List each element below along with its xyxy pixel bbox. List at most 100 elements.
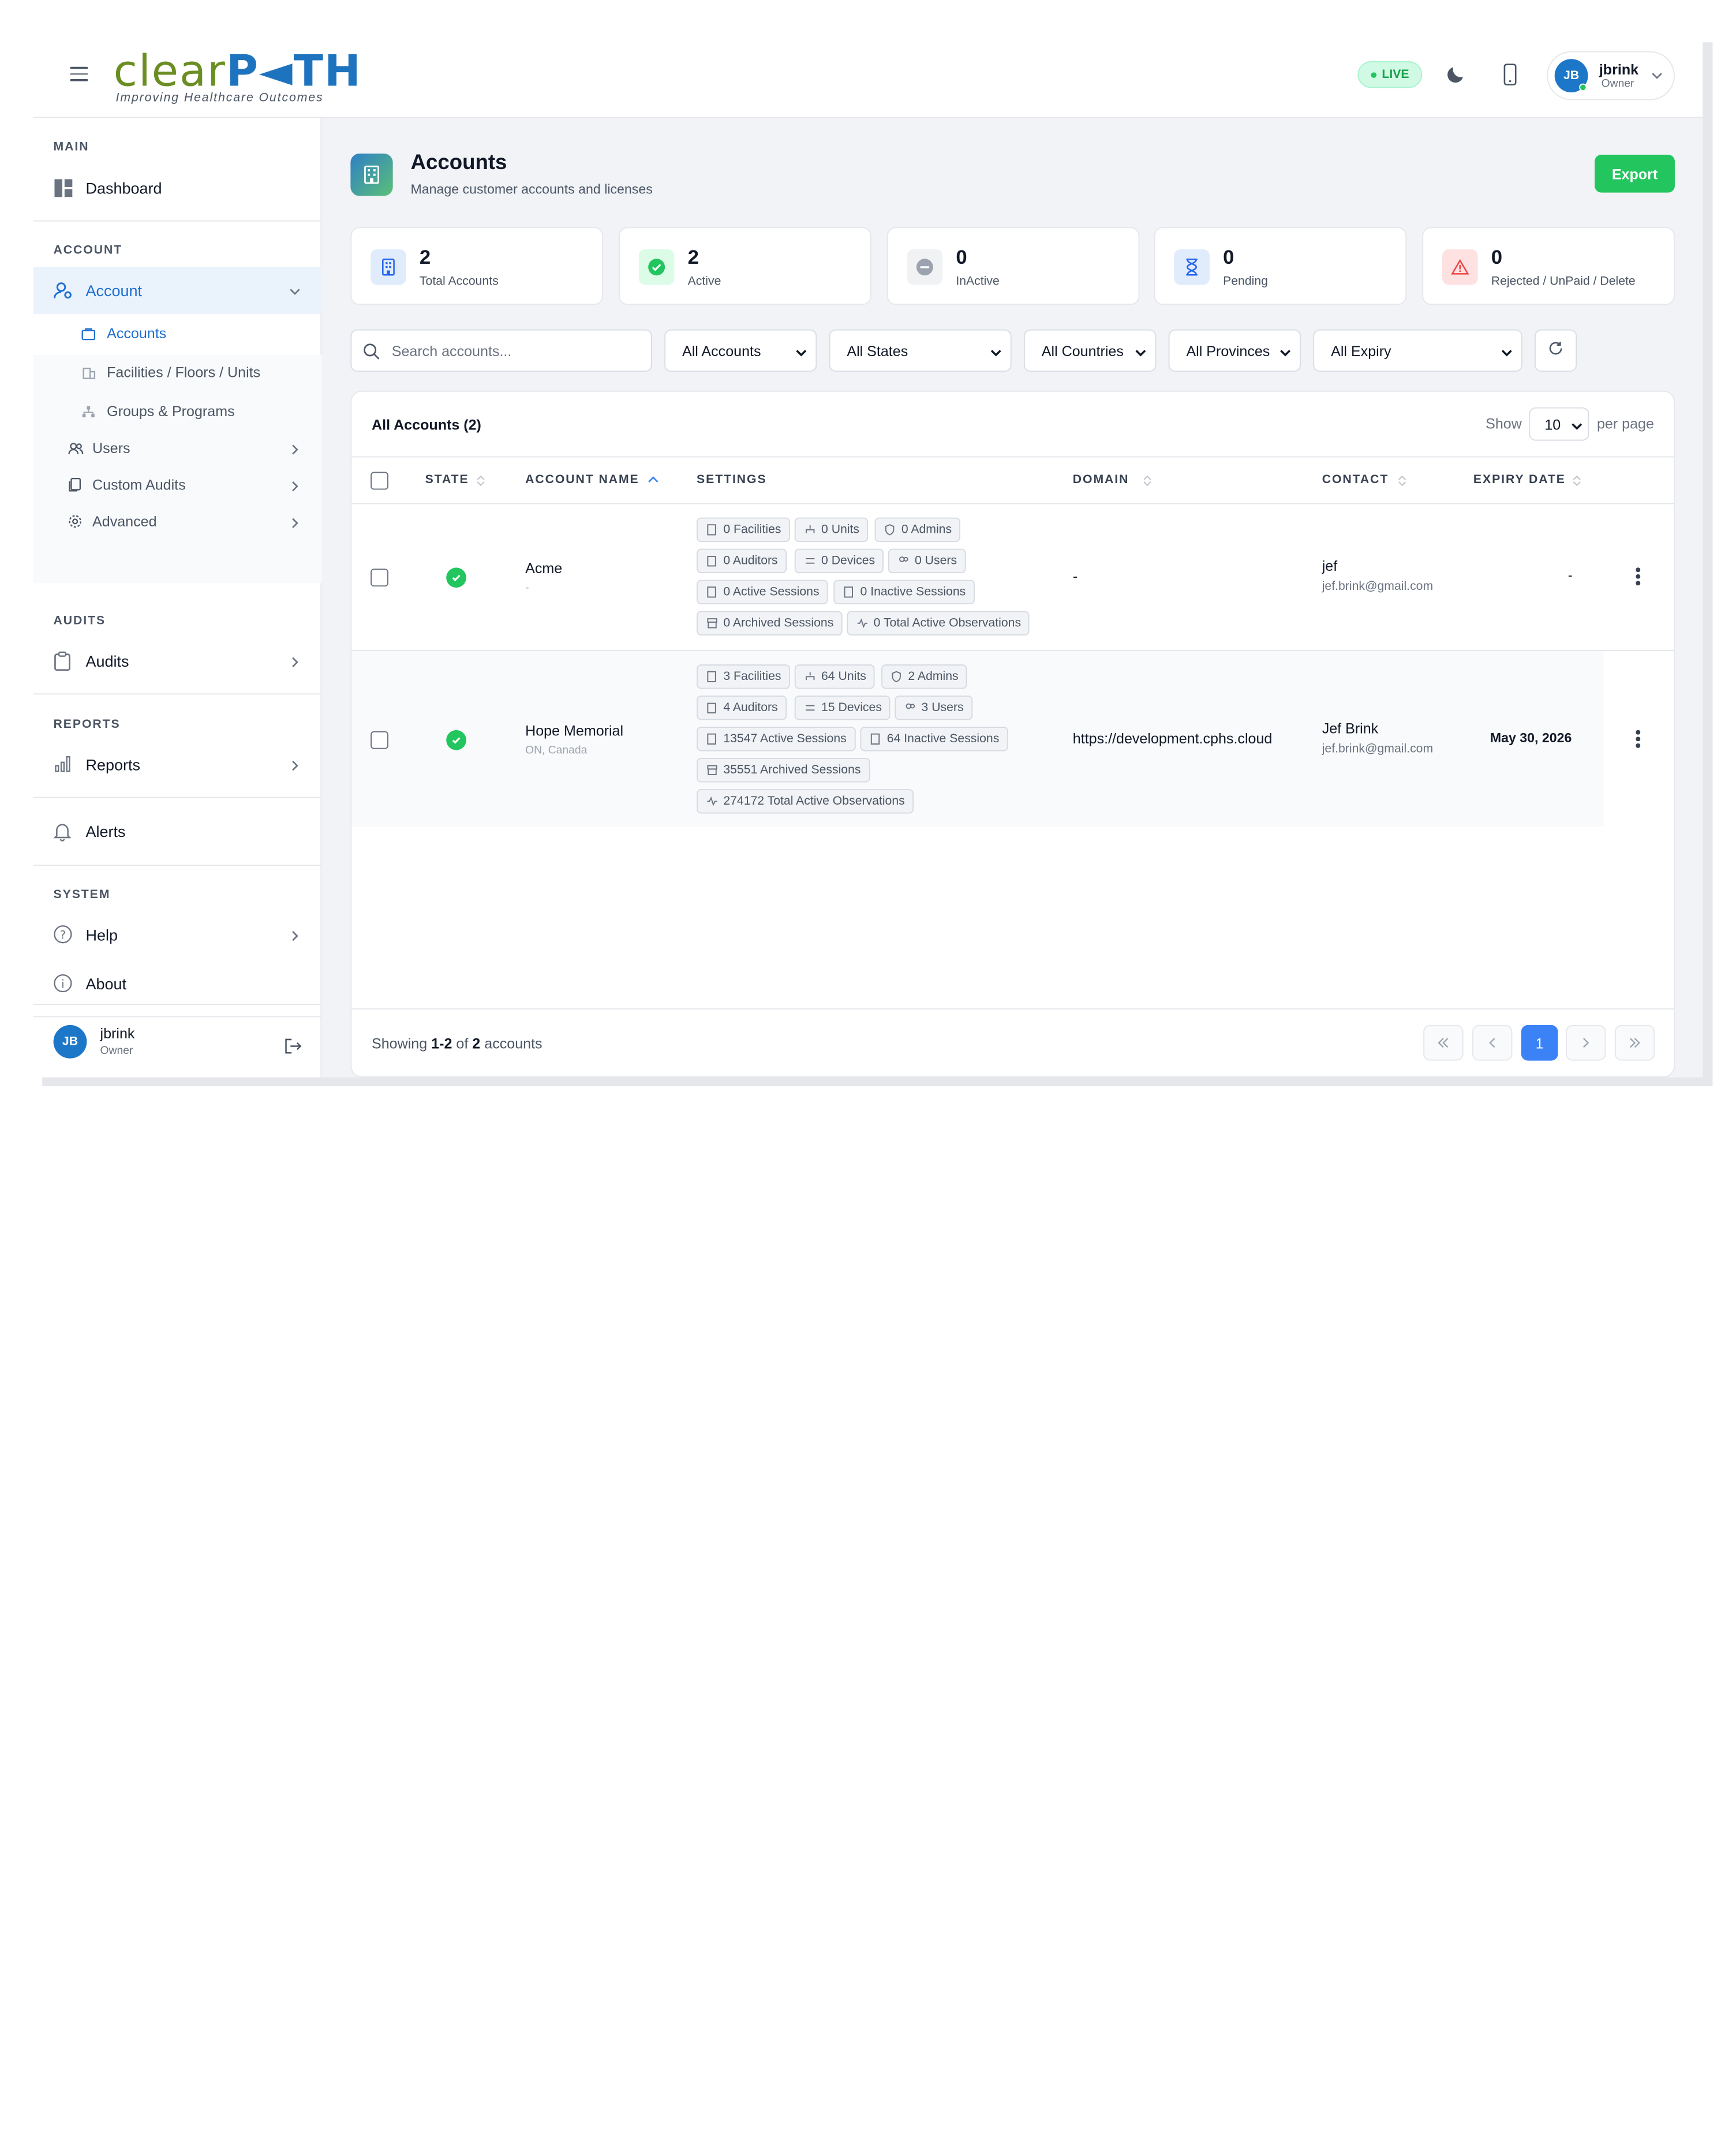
chip-units: 0 Units [794, 517, 869, 543]
stat-card-pending[interactable]: 0 Pending [1154, 227, 1407, 305]
chip-users: 3 Users [895, 696, 973, 720]
sidebar-subitem-label: Custom Audits [92, 476, 186, 493]
sort-icon[interactable] [1573, 473, 1581, 493]
chevron-down-icon [795, 345, 808, 365]
chip-devices: 0 Devices [794, 548, 884, 574]
sidebar-item-account[interactable]: Account [33, 267, 322, 314]
sidebar-subitem-facilities[interactable]: Facilities / Floors / Units [33, 354, 321, 392]
section-label-account: ACCOUNT [53, 244, 123, 257]
sidebar-item-alerts[interactable]: Alerts [33, 813, 321, 851]
sidebar-item-about[interactable]: i About [33, 965, 321, 1003]
chip-facilities: 0 Facilities [697, 517, 790, 543]
per-page-label: per page [1596, 415, 1654, 432]
chevron-right-icon [288, 928, 301, 948]
chevron-down-icon [1651, 68, 1664, 88]
hamburger-menu-icon[interactable] [70, 66, 88, 83]
search-input[interactable]: Search accounts... [350, 329, 652, 372]
page-1-button[interactable]: 1 [1521, 1025, 1558, 1061]
page-title: Accounts [410, 151, 507, 175]
chip-archived-sessions: 35551 Archived Sessions [697, 758, 870, 783]
select-all-checkbox[interactable] [371, 472, 388, 490]
sidebar-subitem-advanced[interactable]: Advanced [33, 503, 321, 541]
table-row[interactable]: Hope Memorial ON, Canada 3 Facilities 64… [351, 651, 1674, 827]
sidebar-subitem-label: Facilities / Floors / Units [107, 364, 261, 381]
more-options-icon[interactable] [1636, 567, 1640, 588]
sidebar-subitem-groups[interactable]: Groups & Programs [33, 393, 321, 431]
per-page-select[interactable]: 10 [1529, 407, 1589, 441]
sort-icon[interactable] [1398, 473, 1406, 493]
bar-chart-icon [54, 754, 74, 777]
chip-active-sessions: 13547 Active Sessions [697, 727, 856, 752]
account-name[interactable]: Hope Memorial [525, 722, 623, 739]
filter-accounts-select[interactable]: All Accounts [664, 329, 817, 372]
active-check-icon [446, 567, 466, 588]
moon-icon[interactable] [1445, 63, 1467, 91]
stat-card-rejected[interactable]: 0 Rejected / UnPaid / Delete [1422, 227, 1675, 305]
export-button[interactable]: Export [1595, 155, 1675, 193]
sidebar-subitem-users[interactable]: Users [33, 429, 321, 468]
accounts-table-panel: All Accounts (2) Show 10 per page STATE … [350, 390, 1675, 1078]
filter-states-select[interactable]: All States [829, 329, 1012, 372]
user-menu[interactable]: JB jbrink Owner [1547, 51, 1675, 100]
prev-page-button[interactable] [1472, 1025, 1513, 1061]
last-page-button[interactable] [1614, 1025, 1655, 1061]
sidebar-subitem-custom-audits[interactable]: Custom Audits [33, 466, 321, 504]
chip-auditors: 0 Auditors [697, 548, 787, 574]
chip-auditors: 4 Auditors [697, 696, 787, 720]
column-header-state[interactable]: STATE [425, 473, 469, 486]
row-checkbox[interactable] [371, 569, 388, 587]
sidebar-item-help[interactable]: ? Help [33, 916, 321, 954]
column-header-domain[interactable]: DOMAIN [1073, 473, 1129, 486]
section-label-reports: REPORTS [53, 717, 121, 731]
account-name[interactable]: Acme [525, 560, 562, 577]
sort-icon[interactable] [476, 473, 485, 493]
sort-icon[interactable] [1143, 473, 1151, 493]
svg-text:i: i [61, 977, 64, 990]
refresh-button[interactable] [1534, 329, 1577, 372]
chip-units: 64 Units [794, 664, 876, 689]
row-checkbox[interactable] [371, 731, 388, 749]
building-icon [81, 365, 96, 385]
section-label-system: SYSTEM [53, 888, 111, 902]
stat-card-inactive[interactable]: 0 InActive [886, 227, 1140, 305]
sidebar-subitem-label: Accounts [107, 325, 167, 342]
activity-icon [857, 618, 868, 629]
column-header-expiry-date[interactable]: EXPIRY DATE [1473, 473, 1566, 486]
filter-countries-select[interactable]: All Countries [1023, 329, 1157, 372]
mobile-device-icon[interactable] [1500, 63, 1520, 91]
sidebar-item-audits[interactable]: Audits [33, 642, 321, 681]
stat-card-active[interactable]: 2 Active [619, 227, 871, 305]
clipboard-icon [707, 556, 716, 567]
warning-icon [1442, 249, 1478, 285]
logo[interactable]: clearP◄TH Improving Healthcare Outcomes [113, 46, 362, 104]
account-domain[interactable]: https://development.cphs.cloud [1073, 730, 1273, 747]
accounts-page-icon [350, 154, 393, 196]
column-header-settings: SETTINGS [697, 473, 767, 487]
sidebar-subitem-accounts[interactable]: Accounts [33, 315, 321, 353]
first-page-button[interactable] [1423, 1025, 1464, 1061]
sort-ascending-icon[interactable] [648, 472, 659, 492]
stat-card-total[interactable]: 2 Total Accounts [350, 227, 604, 305]
filter-expiry-select[interactable]: All Expiry [1313, 329, 1522, 372]
table-row[interactable]: Acme - 0 Facilities 0 Units 0 Admins 0 A… [351, 504, 1674, 651]
chip-facilities: 3 Facilities [697, 664, 790, 689]
logo-text-clear: clear [113, 46, 226, 97]
column-header-account-name[interactable]: ACCOUNT NAME [525, 473, 639, 486]
sidebar-item-reports[interactable]: Reports [33, 746, 321, 784]
chip-inactive-sessions: 0 Inactive Sessions [833, 580, 975, 605]
hierarchy-icon [81, 404, 96, 424]
user-name: jbrink [1599, 61, 1639, 78]
document-x-icon [870, 733, 880, 745]
logout-icon[interactable] [284, 1038, 302, 1060]
more-options-icon[interactable] [1636, 730, 1640, 750]
table-header: STATE ACCOUNT NAME SETTINGS DOMAIN CONTA… [351, 456, 1674, 504]
sidebar-item-dashboard[interactable]: Dashboard [33, 169, 321, 207]
column-header-contact[interactable]: CONTACT [1322, 473, 1389, 486]
contact-name: Jef Brink [1322, 720, 1379, 737]
chip-inactive-sessions: 64 Inactive Sessions [860, 727, 1008, 752]
stat-label: Total Accounts [419, 275, 499, 289]
sidebar-item-label: Reports [85, 756, 141, 774]
next-page-button[interactable] [1565, 1025, 1606, 1061]
filter-provinces-select[interactable]: All Provinces [1168, 329, 1301, 372]
users-icon [68, 441, 84, 461]
